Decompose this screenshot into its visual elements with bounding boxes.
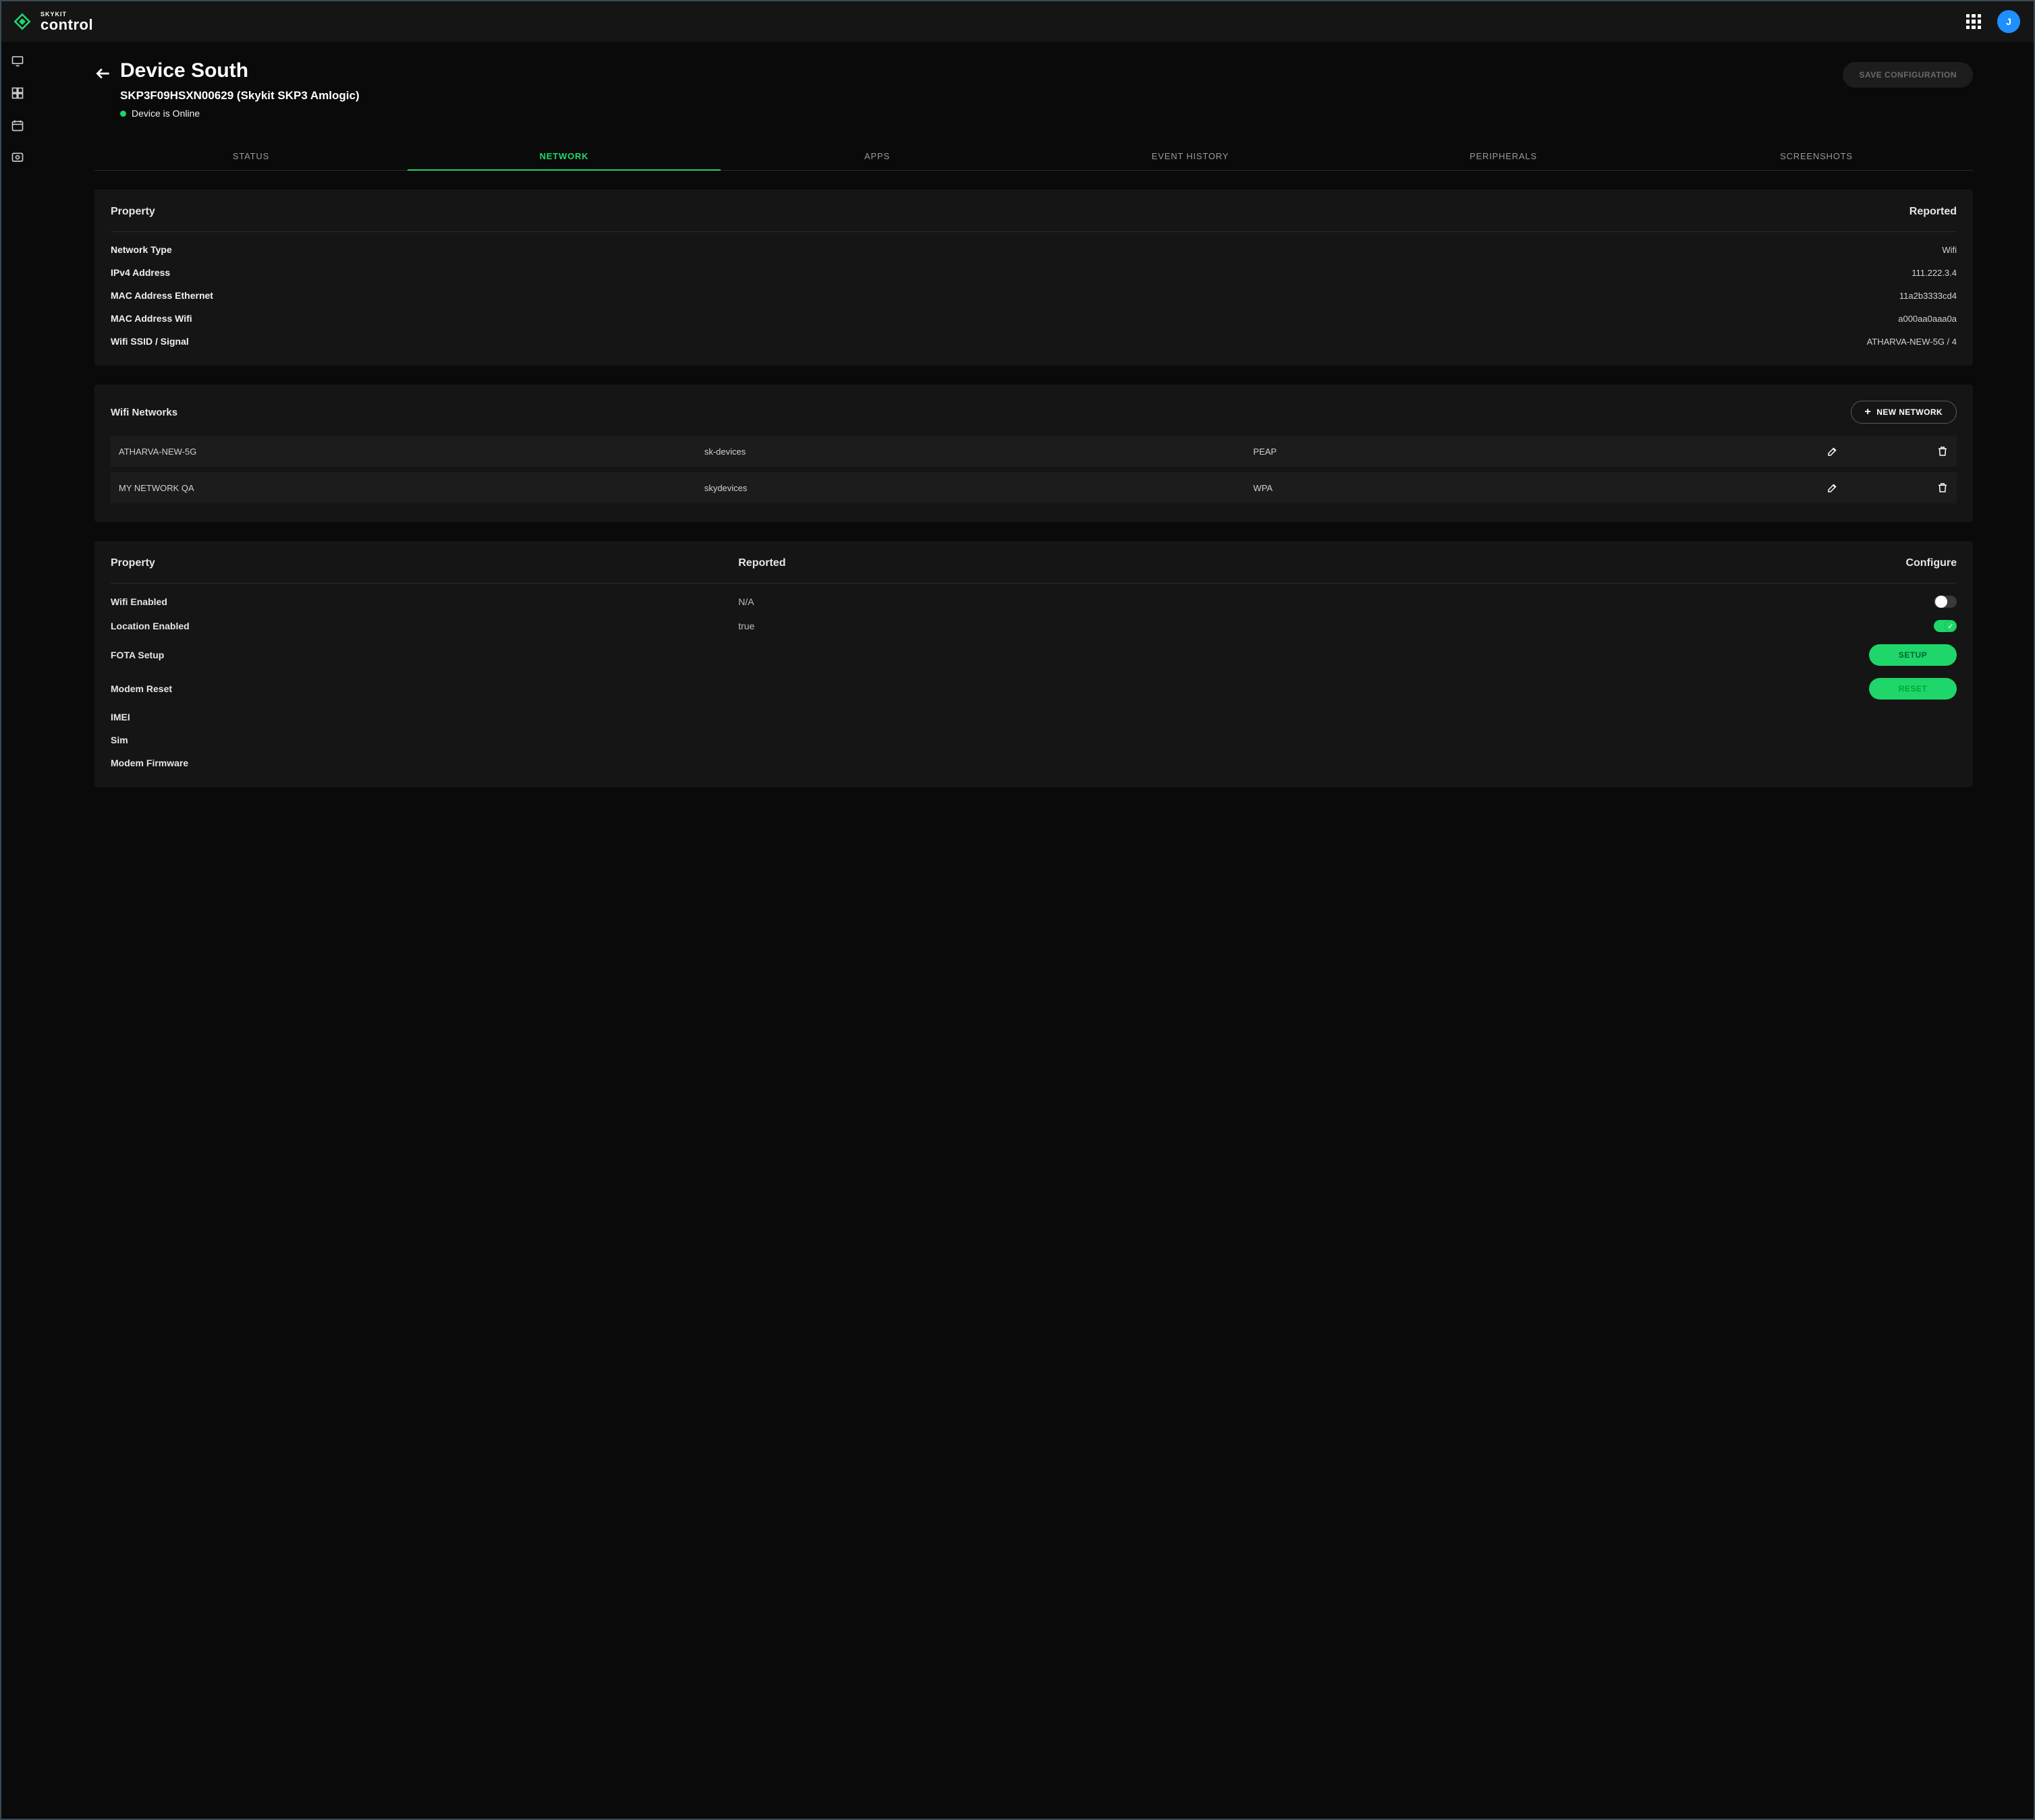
wifi-security: PEAP <box>1253 447 1729 457</box>
tab-peripherals[interactable]: PERIPHERALS <box>1347 143 1660 170</box>
wifi-security: WPA <box>1253 483 1729 493</box>
wifi-enabled-label: Wifi Enabled <box>111 596 738 607</box>
location-enabled-toggle[interactable] <box>1934 620 1957 632</box>
wifi-ssid: MY NETWORK QA <box>119 483 704 493</box>
fota-setup-button[interactable]: SETUP <box>1869 644 1957 666</box>
delete-icon[interactable] <box>1936 482 1949 494</box>
col-reported: Reported <box>1909 206 1957 218</box>
wifi-ident: sk-devices <box>704 447 1254 457</box>
property-value: Wifi <box>1942 245 1957 255</box>
sidebar-schedule-icon[interactable] <box>11 119 24 132</box>
wifi-network-row: ATHARVA-NEW-5Gsk-devicesPEAP <box>111 436 1957 467</box>
property-value: ATHARVA-NEW-5G / 4 <box>1867 337 1957 347</box>
property-row: Network Type Wifi <box>111 232 1957 255</box>
modem-reset-button[interactable]: RESET <box>1869 678 1957 700</box>
fota-label: FOTA Setup <box>111 650 738 660</box>
property-row: Wifi SSID / Signal ATHARVA-NEW-5G / 4 <box>111 324 1957 347</box>
apps-grid-icon[interactable] <box>1966 14 1981 29</box>
cfg-col-reported: Reported <box>738 557 1366 569</box>
property-value: 11a2b3333cd4 <box>1899 291 1957 301</box>
imei-label: IMEI <box>111 712 738 722</box>
wifi-enabled-toggle[interactable] <box>1934 596 1957 608</box>
page-subtitle: SKP3F09HSXN00629 (Skykit SKP3 Amlogic) <box>120 89 1843 103</box>
back-arrow-icon[interactable] <box>94 65 112 82</box>
property-label: MAC Address Wifi <box>111 313 192 324</box>
property-label: Wifi SSID / Signal <box>111 336 189 347</box>
sidebar-dashboard-icon[interactable] <box>11 86 24 100</box>
property-row: MAC Address Wifi a000aa0aaa0a <box>111 301 1957 324</box>
property-row: IPv4 Address 111.222.3.4 <box>111 255 1957 278</box>
wifi-ident: skydevices <box>704 483 1254 493</box>
tab-status[interactable]: STATUS <box>94 143 408 170</box>
edit-icon[interactable] <box>1827 482 1839 494</box>
sidebar-settings-icon[interactable] <box>11 151 24 165</box>
edit-icon[interactable] <box>1827 445 1839 457</box>
status-dot-icon <box>120 111 126 117</box>
sidebar-screens-icon[interactable] <box>11 54 24 67</box>
modem-firmware-label: Modem Firmware <box>111 758 738 768</box>
wifi-ssid: ATHARVA-NEW-5G <box>119 447 704 457</box>
property-label: IPv4 Address <box>111 267 170 278</box>
property-label: Network Type <box>111 244 172 255</box>
page-title: Device South <box>120 59 1843 82</box>
modem-reset-label: Modem Reset <box>111 683 738 694</box>
location-enabled-value: true <box>738 621 1366 631</box>
wifi-enabled-value: N/A <box>738 596 1366 607</box>
tab-apps[interactable]: APPS <box>721 143 1034 170</box>
new-network-button[interactable]: + NEW NETWORK <box>1851 401 1957 424</box>
delete-icon[interactable] <box>1936 445 1949 457</box>
col-property: Property <box>111 206 155 218</box>
sim-label: Sim <box>111 735 738 745</box>
avatar[interactable]: J <box>1997 10 2020 33</box>
wifi-networks-title: Wifi Networks <box>111 407 177 418</box>
cfg-col-configure: Configure <box>1366 557 1957 569</box>
status-text: Device is Online <box>132 108 200 119</box>
new-network-label: NEW NETWORK <box>1876 407 1943 417</box>
property-value: 111.222.3.4 <box>1912 268 1957 278</box>
logo-mark <box>12 11 32 32</box>
property-label: MAC Address Ethernet <box>111 290 213 301</box>
property-row: MAC Address Ethernet 11a2b3333cd4 <box>111 278 1957 301</box>
property-value: a000aa0aaa0a <box>1898 314 1957 324</box>
wifi-network-row: MY NETWORK QAskydevicesWPA <box>111 472 1957 503</box>
save-configuration-button[interactable]: SAVE CONFIGURATION <box>1843 62 1973 88</box>
tab-network[interactable]: NETWORK <box>408 143 721 171</box>
location-enabled-label: Location Enabled <box>111 621 738 631</box>
tab-screenshots[interactable]: SCREENSHOTS <box>1660 143 1973 170</box>
cfg-col-property: Property <box>111 557 738 569</box>
tab-event-history[interactable]: EVENT HISTORY <box>1034 143 1347 170</box>
brand-big: control <box>40 18 93 32</box>
